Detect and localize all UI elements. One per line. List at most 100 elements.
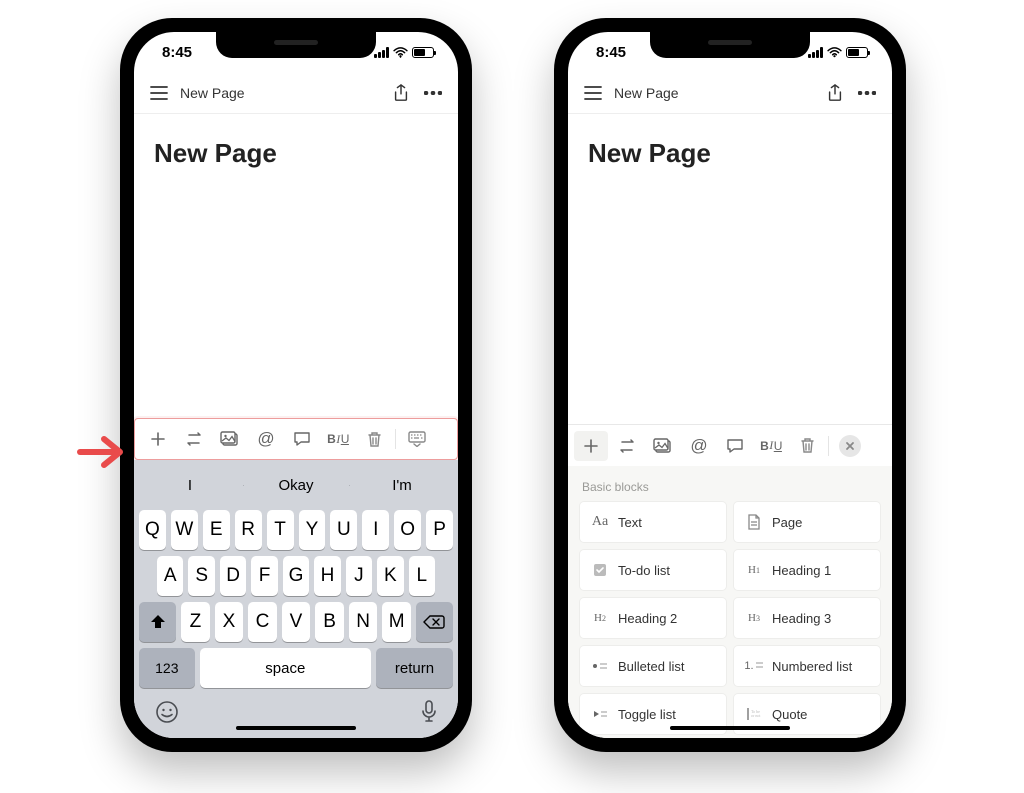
share-button[interactable] <box>824 82 846 104</box>
menu-icon[interactable] <box>582 82 604 104</box>
editor-toolbar: @ BIU <box>134 418 458 460</box>
key-v[interactable]: V <box>282 602 311 642</box>
image-button[interactable] <box>213 424 247 454</box>
turn-into-button[interactable] <box>610 431 644 461</box>
numbered-icon: 1. <box>744 656 764 676</box>
block-h3[interactable]: H3 Heading 3 <box>734 598 880 638</box>
key-c[interactable]: C <box>248 602 277 642</box>
comment-button[interactable] <box>285 424 319 454</box>
menu-icon[interactable] <box>148 82 170 104</box>
dictation-button[interactable] <box>421 700 437 730</box>
key-u[interactable]: U <box>330 510 357 550</box>
key-x[interactable]: X <box>215 602 244 642</box>
keyboard-row-3: Z X C V B N M <box>139 602 453 642</box>
key-h[interactable]: H <box>314 556 340 596</box>
page-content[interactable]: New Page <box>568 114 892 424</box>
add-block-button[interactable] <box>141 424 175 454</box>
key-delete[interactable] <box>416 602 453 642</box>
suggestion-2[interactable]: Okay <box>243 477 349 494</box>
dismiss-keyboard-button[interactable] <box>400 424 434 454</box>
key-q[interactable]: Q <box>139 510 166 550</box>
keyboard-suggestions: I Okay I'm <box>137 466 455 504</box>
block-text[interactable]: Aa Text <box>580 502 726 542</box>
toolbar-separator <box>828 436 829 456</box>
suggestion-3[interactable]: I'm <box>349 477 455 494</box>
blocks-panel[interactable]: Basic blocks Aa Text Page To-do list H1 … <box>568 466 892 738</box>
key-space[interactable]: space <box>200 648 371 688</box>
key-o[interactable]: O <box>394 510 421 550</box>
home-indicator[interactable] <box>236 726 356 730</box>
add-block-button[interactable] <box>574 431 608 461</box>
delete-button[interactable] <box>357 424 391 454</box>
block-label: Bulleted list <box>618 659 684 674</box>
comment-button[interactable] <box>718 431 752 461</box>
image-button[interactable] <box>646 431 680 461</box>
mention-button[interactable]: @ <box>682 431 716 461</box>
key-s[interactable]: S <box>188 556 214 596</box>
todo-icon <box>590 560 610 580</box>
key-j[interactable]: J <box>346 556 372 596</box>
italic-label: I <box>336 432 340 447</box>
block-h2[interactable]: H2 Heading 2 <box>580 598 726 638</box>
key-numbers[interactable]: 123 <box>139 648 195 688</box>
page-content[interactable]: New Page <box>134 114 458 418</box>
key-l[interactable]: L <box>409 556 435 596</box>
key-m[interactable]: M <box>382 602 411 642</box>
mention-button[interactable]: @ <box>249 424 283 454</box>
key-shift[interactable] <box>139 602 176 642</box>
key-e[interactable]: E <box>203 510 230 550</box>
block-bulleted[interactable]: Bulleted list <box>580 646 726 686</box>
block-label: Quote <box>772 707 807 722</box>
delete-button[interactable] <box>790 431 824 461</box>
key-i[interactable]: I <box>362 510 389 550</box>
status-time: 8:45 <box>162 44 192 61</box>
page-title[interactable]: New Page <box>154 138 438 169</box>
key-f[interactable]: F <box>251 556 277 596</box>
key-return[interactable]: return <box>376 648 453 688</box>
svg-text:or not: or not <box>751 713 761 718</box>
block-label: Heading 3 <box>772 611 831 626</box>
key-t[interactable]: T <box>267 510 294 550</box>
key-g[interactable]: G <box>283 556 309 596</box>
key-z[interactable]: Z <box>181 602 210 642</box>
key-r[interactable]: R <box>235 510 262 550</box>
page-breadcrumb[interactable]: New Page <box>180 85 380 101</box>
key-w[interactable]: W <box>171 510 198 550</box>
page-title[interactable]: New Page <box>588 138 872 169</box>
page-breadcrumb[interactable]: New Page <box>614 85 814 101</box>
turn-into-button[interactable] <box>177 424 211 454</box>
key-y[interactable]: Y <box>299 510 326 550</box>
key-k[interactable]: K <box>377 556 403 596</box>
page-icon <box>744 512 764 532</box>
keyboard-row-4: 123 space return <box>139 648 453 688</box>
block-todo[interactable]: To-do list <box>580 550 726 590</box>
block-label: Page <box>772 515 802 530</box>
key-n[interactable]: N <box>349 602 378 642</box>
emoji-button[interactable] <box>155 700 179 730</box>
quote-icon: To beor not <box>744 704 764 724</box>
status-time: 8:45 <box>596 44 626 61</box>
key-p[interactable]: P <box>426 510 453 550</box>
at-icon: @ <box>257 429 274 449</box>
more-button[interactable] <box>856 82 878 104</box>
format-button[interactable]: BIU <box>754 431 788 461</box>
close-panel-button[interactable] <box>833 431 867 461</box>
block-numbered[interactable]: 1. Numbered list <box>734 646 880 686</box>
block-label: Numbered list <box>772 659 852 674</box>
key-b[interactable]: B <box>315 602 344 642</box>
arrow-annotation <box>76 433 124 471</box>
share-button[interactable] <box>390 82 412 104</box>
key-a[interactable]: A <box>157 556 183 596</box>
keyboard: I Okay I'm Q W E R T Y U I O P A S D F <box>134 460 458 738</box>
underline-label: U <box>341 432 349 446</box>
more-button[interactable] <box>422 82 444 104</box>
format-button[interactable]: BIU <box>321 424 355 454</box>
block-page[interactable]: Page <box>734 502 880 542</box>
suggestion-1[interactable]: I <box>137 477 243 494</box>
toolbar-separator <box>395 429 396 449</box>
home-indicator[interactable] <box>670 726 790 730</box>
block-h1[interactable]: H1 Heading 1 <box>734 550 880 590</box>
block-label: Heading 2 <box>618 611 677 626</box>
cellular-icon <box>808 47 823 58</box>
key-d[interactable]: D <box>220 556 246 596</box>
